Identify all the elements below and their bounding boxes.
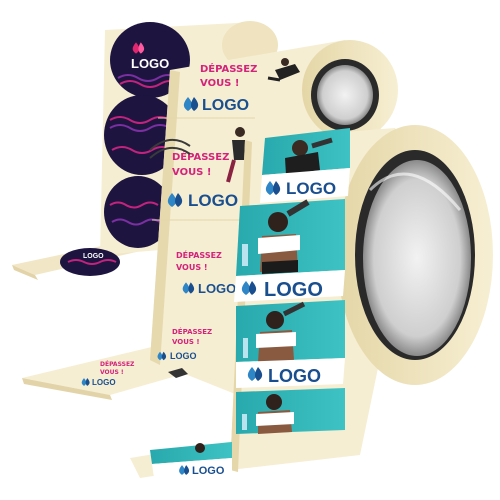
logo-text: LOGO [131, 56, 169, 71]
teal-label-4 [236, 388, 345, 434]
slogan-line-2: VOUS ! [172, 338, 200, 346]
teal-label-strip: LOGO [150, 442, 232, 478]
teal-label-1: LOGO [260, 128, 350, 203]
slogan-line-1: DÉPASSEZ [172, 150, 229, 163]
logo-text: LOGO [286, 179, 336, 198]
slogan-line-1: DÉPASSEZ [100, 360, 135, 368]
logo-text: LOGO [170, 351, 197, 361]
slogan-line-2: VOUS ! [176, 263, 208, 272]
slogan-line-1: DÉPASSEZ [176, 249, 222, 260]
slogan-line-1: DÉPASSEZ [200, 62, 257, 75]
logo-text: LOGO [188, 191, 238, 210]
logo-text: LOGO [264, 279, 323, 301]
round-sticker-4: LOGO [60, 248, 120, 276]
logo-text: LOGO [202, 97, 249, 114]
logo-text: LOGO [92, 378, 116, 387]
teal-label-2: LOGO [234, 199, 345, 302]
label-rolls-illustration: LOGO LOGO DÉPASSEZ VOUS ! LOGO DÉPASSEZ … [12, 21, 493, 482]
slogan-line-2: VOUS ! [200, 78, 239, 89]
logo-text: LOGO [198, 281, 236, 296]
product-photo: LOGO LOGO DÉPASSEZ VOUS ! LOGO DÉPASSEZ … [0, 0, 500, 500]
teal-label-3: LOGO [236, 300, 345, 388]
slogan-line-2: VOUS ! [100, 369, 124, 376]
logo-text: LOGO [83, 253, 104, 260]
slogan-line-1: DÉPASSEZ [172, 327, 212, 336]
logo-text: LOGO [192, 465, 225, 477]
logo-text: LOGO [268, 366, 321, 386]
slogan-line-2: VOUS ! [172, 167, 211, 178]
